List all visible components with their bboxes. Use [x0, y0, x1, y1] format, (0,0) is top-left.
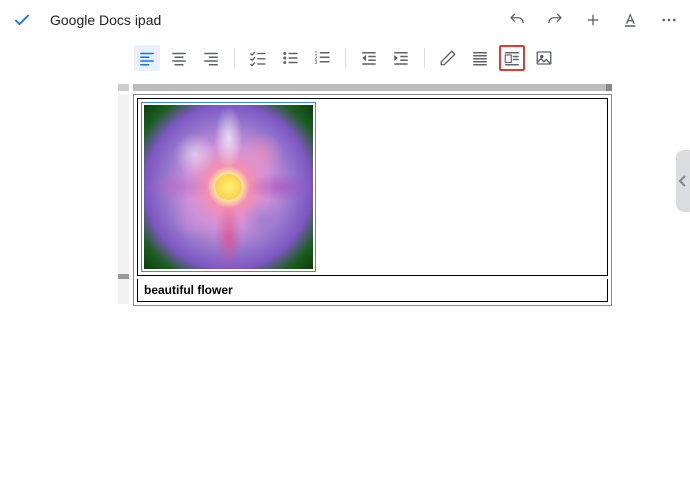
toolbar-separator	[424, 48, 425, 68]
toolbar-separator	[345, 48, 346, 68]
image-button[interactable]	[531, 45, 557, 71]
horizontal-ruler[interactable]	[133, 84, 612, 91]
checklist-button[interactable]	[245, 45, 271, 71]
document-title[interactable]: Google Docs ipad	[50, 12, 508, 28]
undo-icon[interactable]	[508, 11, 526, 29]
align-left-button[interactable]	[134, 45, 160, 71]
table-image-cell[interactable]	[137, 98, 608, 276]
bulleted-list-button[interactable]	[277, 45, 303, 71]
ruler-indicator	[118, 274, 129, 279]
flower-image	[144, 105, 313, 269]
align-right-button[interactable]	[198, 45, 224, 71]
done-check-icon[interactable]	[12, 10, 32, 30]
inline-wrap-button[interactable]	[467, 45, 493, 71]
indent-decrease-button[interactable]	[356, 45, 382, 71]
align-center-button[interactable]	[166, 45, 192, 71]
document-page[interactable]: beautiful flower	[133, 94, 612, 306]
wrap-text-button[interactable]	[499, 45, 525, 71]
ruler-corner	[118, 84, 129, 91]
caption-text: beautiful flower	[144, 283, 233, 297]
app-header: Google Docs ipad	[0, 0, 690, 40]
selected-image[interactable]	[141, 102, 316, 272]
toolbar-separator	[234, 48, 235, 68]
document-area: beautiful flower	[0, 76, 690, 84]
text-format-icon[interactable]	[622, 11, 640, 29]
numbered-list-button[interactable]: 123	[309, 45, 335, 71]
redo-icon[interactable]	[546, 11, 564, 29]
more-icon[interactable]	[660, 11, 678, 29]
vertical-ruler[interactable]	[118, 94, 129, 304]
formatting-toolbar: 123	[0, 40, 690, 76]
edit-button[interactable]	[435, 45, 461, 71]
header-actions	[508, 11, 678, 29]
table-caption-cell[interactable]: beautiful flower	[137, 279, 608, 302]
indent-increase-button[interactable]	[388, 45, 414, 71]
svg-text:3: 3	[314, 60, 317, 66]
side-panel-tab[interactable]	[676, 150, 690, 212]
plus-icon[interactable]	[584, 11, 602, 29]
